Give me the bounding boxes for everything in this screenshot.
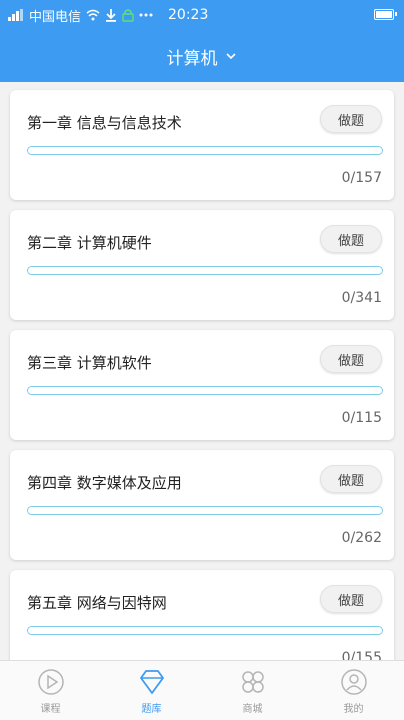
progress-bar (27, 266, 383, 275)
bottom-tab-bar: 课程 题库 商城 我的 (0, 660, 404, 720)
chapter-title: 第二章 计算机硬件 (27, 234, 152, 252)
chapter-card[interactable]: 第五章 网络与因特网 做题 0/155 (10, 570, 394, 660)
question-count: 0/341 (341, 290, 382, 306)
download-icon (105, 8, 117, 22)
subject-selector[interactable]: 计算机 (0, 30, 404, 82)
chapter-list[interactable]: 第一章 信息与信息技术 做题 0/157 第二章 计算机硬件 做题 0/341 … (0, 82, 404, 660)
chapter-card[interactable]: 第四章 数字媒体及应用 做题 0/262 (10, 450, 394, 560)
progress-bar (27, 506, 383, 515)
question-count: 0/155 (341, 650, 382, 660)
chapter-title: 第五章 网络与因特网 (27, 594, 167, 612)
progress-bar (27, 626, 383, 635)
practice-button[interactable]: 做题 (320, 345, 382, 373)
tab-label: 题库 (141, 703, 162, 715)
practice-button[interactable]: 做题 (320, 465, 382, 493)
chapter-card[interactable]: 第三章 计算机软件 做题 0/115 (10, 330, 394, 440)
diamond-icon (139, 669, 164, 694)
tab-label: 课程 (40, 703, 61, 715)
practice-button[interactable]: 做题 (320, 225, 382, 253)
question-count: 0/262 (341, 530, 382, 546)
signal-icon (8, 8, 24, 22)
wifi-icon (86, 8, 100, 22)
chapter-title: 第一章 信息与信息技术 (27, 114, 182, 132)
progress-bar (27, 146, 383, 155)
tab-label: 我的 (343, 703, 364, 715)
chapter-title: 第三章 计算机软件 (27, 354, 152, 372)
question-count: 0/157 (341, 170, 382, 186)
practice-button[interactable]: 做题 (320, 585, 382, 613)
chapter-card[interactable]: 第二章 计算机硬件 做题 0/341 (10, 210, 394, 320)
carrier-name: 中国电信 (29, 9, 82, 25)
user-icon (340, 668, 367, 695)
tab-question-bank[interactable]: 题库 (101, 661, 202, 720)
tab-profile[interactable]: 我的 (303, 661, 404, 720)
tab-store[interactable]: 商城 (202, 661, 303, 720)
chapter-card[interactable]: 第一章 信息与信息技术 做题 0/157 (10, 90, 394, 200)
status-bar: 中国电信 20:23 (0, 0, 404, 30)
grid-circles-icon (241, 670, 264, 693)
more-icon (139, 8, 153, 22)
play-circle-icon (37, 668, 64, 695)
chapter-title: 第四章 数字媒体及应用 (27, 474, 182, 492)
page-title: 计算机 (166, 48, 218, 69)
question-count: 0/115 (341, 410, 382, 426)
status-time: 20:23 (168, 7, 209, 23)
battery-icon (374, 9, 397, 20)
progress-bar (27, 386, 383, 395)
practice-button[interactable]: 做题 (320, 105, 382, 133)
lock-icon (122, 8, 134, 22)
tab-courses[interactable]: 课程 (0, 661, 101, 720)
chevron-down-icon (224, 49, 238, 63)
tab-label: 商城 (242, 703, 263, 715)
